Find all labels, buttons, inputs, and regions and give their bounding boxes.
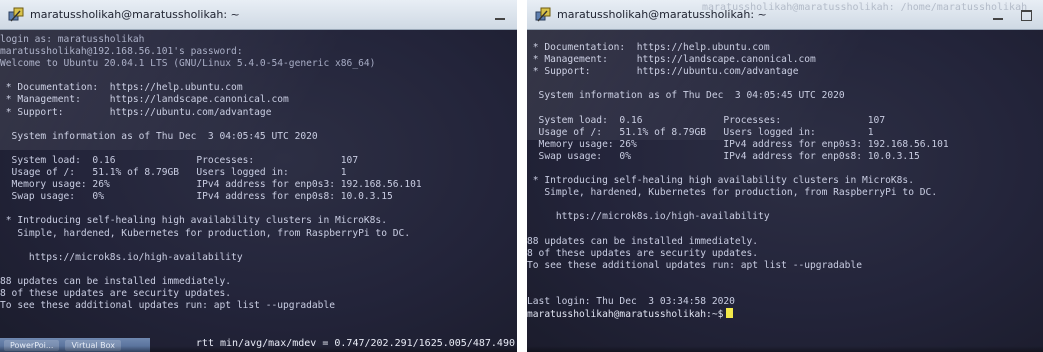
terminal-line: Memory usage: 26% IPv4 address for enp0s…: [527, 138, 949, 150]
terminal-line: System load: 0.16 Processes: 107: [527, 114, 886, 126]
terminal-line: Swap usage: 0% IPv4 address for enp0s8: …: [527, 150, 920, 162]
putty-icon: [535, 7, 551, 21]
terminal-line: * Documentation: https://help.ubuntu.com: [527, 42, 770, 53]
terminal-line: https://microk8s.io/high-availability: [0, 251, 243, 263]
terminal-line: Simple, hardened, Kubernetes for product…: [527, 187, 938, 199]
terminal-line: Last login: Thu Dec 3 03:34:58 2020: [527, 295, 735, 307]
terminal-line: * Introducing self-healing high availabi…: [0, 215, 387, 227]
terminal-line: * Introducing self-healing high availabi…: [527, 175, 914, 187]
terminal-line: login as: maratussholikah: [0, 34, 145, 45]
terminal-line: Simple, hardened, Kubernetes for product…: [0, 227, 411, 239]
terminal-line: Memory usage: 26% IPv4 address for enp0s…: [0, 179, 422, 191]
right-terminal-output[interactable]: * Documentation: https://help.ubuntu.com…: [527, 30, 1043, 352]
right-ghost-title: maratussholikah@maratussholikah: /home/m…: [702, 2, 1028, 13]
terminal-line: System information as of Thu Dec 3 04:05…: [527, 90, 845, 102]
terminal-line: * Support: https://ubuntu.com/advantage: [527, 66, 799, 78]
left-rtt-line: rtt min/avg/max/mdev = 0.747/202.291/162…: [195, 338, 515, 349]
left-terminal-photo: maratussholikah@maratussholikah: ~ login…: [0, 0, 517, 352]
putty-icon: [8, 7, 24, 21]
terminal-line: System load: 0.16 Processes: 107: [0, 154, 359, 166]
terminal-cursor: [726, 308, 734, 319]
minimize-icon[interactable]: [493, 9, 507, 21]
terminal-line: * Management: https://landscape.canonica…: [527, 54, 816, 66]
terminal-line: 8 of these updates are security updates.: [0, 287, 232, 299]
right-window-titlebar[interactable]: maratussholikah@maratussholikah: ~ marat…: [527, 0, 1043, 30]
terminal-line: To see these additional updates run: apt…: [527, 259, 863, 271]
taskbar-item[interactable]: PowerPoi...: [4, 339, 60, 351]
terminal-line: * Management: https://landscape.canonica…: [0, 94, 289, 106]
terminal-line: Usage of /: 51.1% of 8.79GB Users logged…: [527, 126, 874, 138]
terminal-line: 8 of these updates are security updates.: [527, 247, 759, 259]
terminal-line: 88 updates can be installed immediately.: [0, 275, 232, 287]
terminal-line: maratussholikah@192.168.56.101's passwor…: [0, 46, 243, 58]
minimize-icon[interactable]: [991, 9, 1005, 21]
left-window-title: maratussholikah@maratussholikah: ~: [30, 8, 240, 21]
terminal-line: 88 updates can be installed immediately.: [527, 235, 759, 247]
left-terminal-output[interactable]: login as: maratussholikah maratussholikah…: [0, 30, 517, 352]
taskbar-item[interactable]: Virtual Box: [65, 339, 122, 351]
terminal-line: System information as of Thu Dec 3 04:05…: [0, 130, 318, 142]
terminal-line: Welcome to Ubuntu 20.04.1 LTS (GNU/Linux…: [0, 58, 376, 70]
terminal-line: Swap usage: 0% IPv4 address for enp0s8: …: [0, 191, 393, 203]
right-window-controls: [991, 9, 1033, 21]
terminal-line: * Documentation: https://help.ubuntu.com: [0, 82, 243, 94]
terminal-prompt: maratussholikah@maratussholikah:~$: [527, 309, 724, 321]
terminal-line: Usage of /: 51.1% of 8.79GB Users logged…: [0, 167, 347, 179]
right-terminal-photo: maratussholikah@maratussholikah: ~ marat…: [527, 0, 1043, 352]
left-taskbar: PowerPoi... Virtual Box: [0, 338, 150, 352]
terminal-line: * Support: https://ubuntu.com/advantage: [0, 106, 272, 118]
terminal-line: To see these additional updates run: apt…: [0, 300, 336, 312]
maximize-icon[interactable]: [1019, 9, 1033, 21]
left-window-titlebar[interactable]: maratussholikah@maratussholikah: ~: [0, 0, 517, 30]
screenshot-stage: maratussholikah@maratussholikah: ~ login…: [0, 0, 1043, 352]
terminal-prompt-line: maratussholikah@maratussholikah:~$: [527, 308, 1043, 320]
terminal-line: https://microk8s.io/high-availability: [527, 211, 770, 223]
left-window-controls: [493, 9, 507, 21]
